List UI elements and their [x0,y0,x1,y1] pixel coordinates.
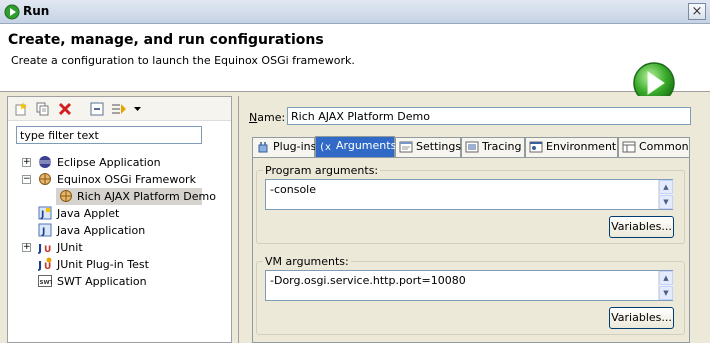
arguments-icon: (x) [319,142,333,153]
tree-item-junit[interactable]: + JU JUnit [8,239,231,256]
header-banner: Create, manage, and run configurations C… [0,24,710,104]
settings-icon [399,141,413,153]
tree-item-label: JUnit [57,241,83,254]
vm-arguments-scrollbar[interactable]: ▲ ▼ [658,271,673,300]
svg-text:SWT: SWT [40,280,53,286]
java-app-icon: J [38,223,52,237]
expand-toggle[interactable]: + [22,158,31,167]
tree-item-label: JUnit Plug-in Test [57,258,149,271]
tree-item-java-applet[interactable]: J Java Applet [8,205,231,222]
tree-item-junit-plugin-test[interactable]: JU JUnit Plug-in Test [8,256,231,273]
svg-text:J: J [41,227,45,237]
tab-label: Arguments [336,139,397,152]
name-field[interactable] [287,107,691,125]
junit-plugin-icon: JU [38,257,52,271]
osgi-icon [39,173,51,185]
tab-settings[interactable]: Settings [395,137,461,157]
new-configuration-icon[interactable] [12,100,30,118]
tree-item-label: SWT Application [57,275,147,288]
scroll-down-icon[interactable]: ▼ [659,286,673,300]
tab-label: Tracing [482,140,522,153]
swt-icon: SWT [38,275,53,287]
plugin-icon [258,142,268,153]
common-icon [622,141,636,153]
tracing-icon [465,141,479,153]
tab-label: Environment [546,140,617,153]
tree-item-eclipse-application[interactable]: + Eclipse Application [8,154,231,171]
filter-icon[interactable] [110,100,128,118]
svg-text:J: J [38,242,42,254]
tab-common[interactable]: Common [618,137,690,157]
junit-icon: JU [38,242,51,254]
svg-text:(x): (x) [319,142,333,153]
collapse-all-icon[interactable] [88,100,106,118]
tree-item-label: Equinox OSGi Framework [57,173,196,186]
svg-text:J: J [38,259,42,271]
osgi-icon [60,190,72,202]
tab-arguments[interactable]: (x) Arguments [315,136,397,157]
tab-label: Common [639,140,689,153]
tree-item-equinox-osgi-framework[interactable]: − Equinox OSGi Framework [8,171,231,188]
tree-item-rich-ajax-platform-demo[interactable]: Rich AJAX Platform Demo [56,188,216,205]
banner-title: Create, manage, and run configurations [8,32,324,48]
tree-item-label: Java Applet [57,207,120,220]
collapse-toggle[interactable]: − [22,175,31,184]
vm-variables-button[interactable]: Variables... [609,307,674,329]
arguments-tab-content: Program arguments: -console ▲ ▼ Variable… [252,157,690,343]
svg-text:J: J [40,210,44,220]
eclipse-icon [39,156,51,168]
program-arguments-textarea[interactable]: -console [265,179,673,210]
tree-item-java-application[interactable]: J Java Application [8,222,231,239]
tree-item-label: Java Application [57,224,146,237]
left-toolbar [8,97,231,121]
scroll-up-icon[interactable]: ▲ [659,180,673,194]
scroll-down-icon[interactable]: ▼ [659,195,673,209]
environment-icon [529,141,543,153]
tab-environment[interactable]: Environment [525,137,618,157]
tab-plug-ins[interactable]: Plug-ins [252,137,317,157]
expand-toggle[interactable]: + [22,243,31,252]
name-label-rest: ame: [257,111,286,124]
program-variables-button[interactable]: Variables... [609,216,674,238]
vm-arguments-textarea[interactable]: -Dorg.osgi.service.http.port=10080 [265,270,673,301]
title-bar: Run × [0,0,710,24]
configuration-list-pane: + Eclipse Application − Equinox OSGi Fra… [7,96,232,343]
run-icon [4,4,20,20]
duplicate-icon[interactable] [34,100,52,118]
close-button[interactable]: × [688,3,706,20]
program-arguments-scrollbar[interactable]: ▲ ▼ [658,180,673,209]
scroll-up-icon[interactable]: ▲ [659,271,673,285]
name-label: Name: [249,111,285,124]
name-label-mnemonic: N [249,111,258,124]
configuration-editor-pane: Name: Plug-ins (x) Arguments Settings Tr… [238,96,710,343]
java-applet-icon: J [38,206,52,220]
tab-label: Settings [416,140,462,153]
tree-item-label: Eclipse Application [57,156,161,169]
dropdown-arrow-icon[interactable] [132,100,142,118]
tab-tracing[interactable]: Tracing [461,137,525,157]
program-arguments-label: Program arguments: [265,164,379,177]
filter-input[interactable] [16,126,202,144]
vm-arguments-label: VM arguments: [265,255,349,268]
svg-text:U: U [44,262,51,271]
window-title: Run [23,4,50,18]
delete-icon[interactable] [56,100,74,118]
tab-label: Plug-ins [273,140,317,153]
banner-message: Create a configuration to launch the Equ… [11,54,355,67]
svg-text:U: U [44,245,51,254]
tree-item-swt-application[interactable]: SWT SWT Application [8,273,231,290]
tree-item-label: Rich AJAX Platform Demo [77,190,216,203]
